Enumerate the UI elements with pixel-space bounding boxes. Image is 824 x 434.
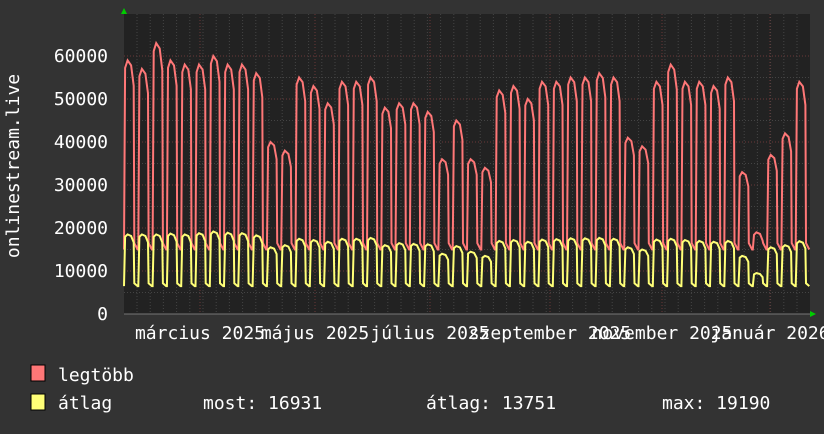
y-axis-arrow-icon bbox=[121, 8, 127, 14]
y-tick-label: 0 bbox=[97, 304, 108, 325]
x-axis-arrow-icon bbox=[810, 311, 816, 317]
stat-avg: átlag: 13751 bbox=[426, 393, 556, 414]
stat-now: most: 16931 bbox=[203, 393, 322, 414]
x-tick-label: március 2025 bbox=[135, 323, 265, 344]
stat-max: max: 19190 bbox=[662, 393, 770, 414]
y-tick-label: 30000 bbox=[54, 175, 108, 196]
y-axis: 0 10000 20000 30000 40000 50000 60000 bbox=[54, 46, 108, 325]
x-axis: március 2025május 2025 július 2025szeptem… bbox=[124, 313, 824, 344]
y-tick-label: 10000 bbox=[54, 261, 108, 282]
x-tick-label: május 2025 bbox=[261, 323, 369, 344]
legend-label-atlag: átlag bbox=[58, 393, 112, 414]
chart: 0 10000 20000 30000 40000 50000 60000 március … bbox=[3, 8, 824, 414]
legend-swatch-atlag bbox=[30, 393, 46, 411]
y-tick-label: 50000 bbox=[54, 89, 108, 110]
x-tick-label: január 2026 bbox=[710, 323, 824, 344]
y-tick-label: 60000 bbox=[54, 46, 108, 67]
legend-label-legtobb: legtöbb bbox=[58, 365, 134, 386]
legend-swatch-legtobb bbox=[30, 364, 46, 382]
y-tick-label: 40000 bbox=[54, 132, 108, 153]
y-axis-label: onlinestream.live bbox=[3, 74, 24, 258]
y-tick-label: 20000 bbox=[54, 218, 108, 239]
